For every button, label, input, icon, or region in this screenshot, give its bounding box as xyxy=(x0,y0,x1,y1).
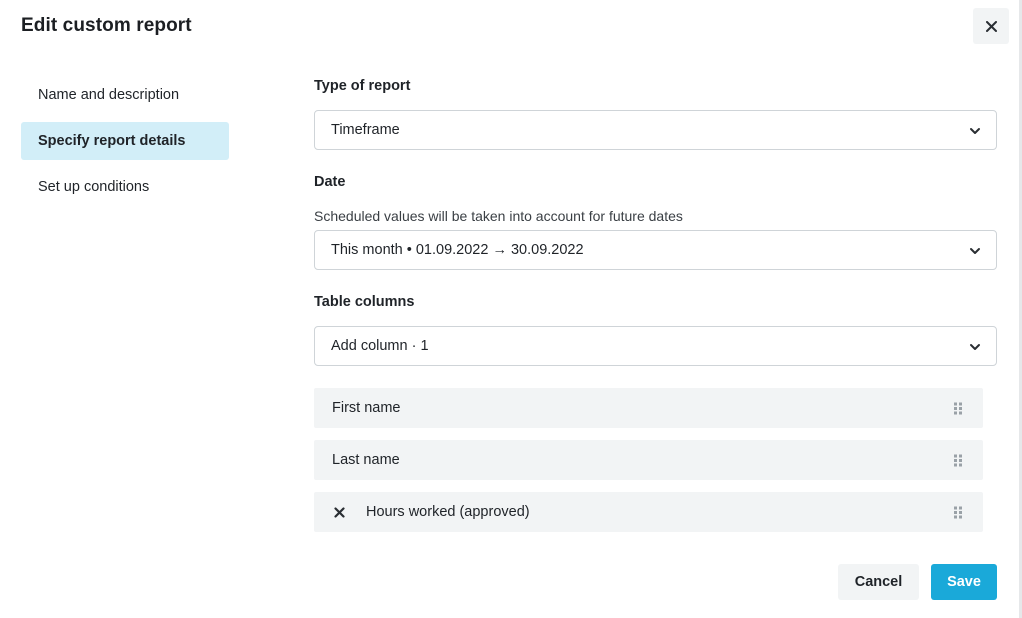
nav-item-name-and-description[interactable]: Name and description xyxy=(21,76,229,114)
edit-report-dialog: Edit custom report Name and description … xyxy=(0,0,1022,618)
nav-item-specify-report-details[interactable]: Specify report details xyxy=(21,122,229,160)
date-range-select[interactable]: This month • 01.09.2022 → 30.09.2022 xyxy=(314,230,997,270)
remove-column-button[interactable] xyxy=(332,505,346,519)
add-column-select[interactable]: Add column · 1 xyxy=(314,326,997,366)
add-column-value: Add column · 1 xyxy=(331,338,429,354)
nav-item-set-up-conditions[interactable]: Set up conditions xyxy=(21,168,229,206)
date-helper-text: Scheduled values will be taken into acco… xyxy=(314,208,683,224)
table-columns-label: Table columns xyxy=(314,294,415,310)
column-row-last-name[interactable]: Last name xyxy=(314,440,983,480)
drag-handle-icon[interactable] xyxy=(953,402,963,415)
chevron-down-icon xyxy=(970,248,980,254)
nav-item-label: Set up conditions xyxy=(38,179,150,195)
column-label: Last name xyxy=(332,452,400,468)
column-label: First name xyxy=(332,400,401,416)
step-navigation: Name and description Specify report deta… xyxy=(21,76,229,214)
report-type-value: Timeframe xyxy=(331,122,400,138)
report-type-select[interactable]: Timeframe xyxy=(314,110,997,150)
date-range-value: This month • 01.09.2022 → 30.09.2022 xyxy=(331,242,584,258)
column-row-hours-worked[interactable]: Hours worked (approved) xyxy=(314,492,983,532)
save-button[interactable]: Save xyxy=(931,564,997,600)
cancel-button[interactable]: Cancel xyxy=(838,564,919,600)
remove-icon xyxy=(333,506,345,518)
close-button[interactable] xyxy=(973,8,1009,44)
column-label: Hours worked (approved) xyxy=(366,504,530,520)
chevron-down-icon xyxy=(970,128,980,134)
close-icon xyxy=(985,20,997,32)
report-type-label: Type of report xyxy=(314,78,411,94)
drag-handle-icon[interactable] xyxy=(953,454,963,467)
dialog-title: Edit custom report xyxy=(21,15,192,36)
drag-handle-icon[interactable] xyxy=(953,506,963,519)
date-label: Date xyxy=(314,174,346,190)
chevron-down-icon xyxy=(970,344,980,350)
nav-item-label: Specify report details xyxy=(38,133,186,149)
nav-item-label: Name and description xyxy=(38,87,180,103)
column-row-first-name[interactable]: First name xyxy=(314,388,983,428)
